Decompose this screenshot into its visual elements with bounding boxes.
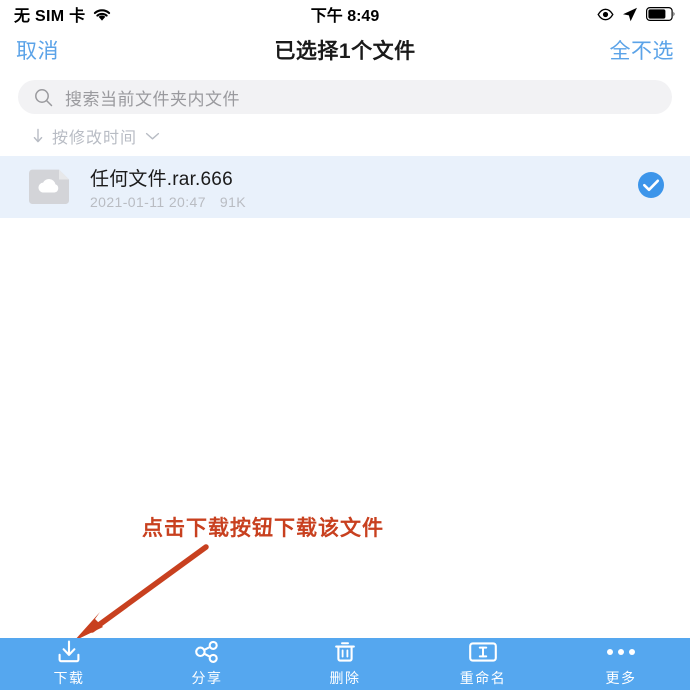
- status-bar: 无 SIM 卡 下午 8:49: [0, 0, 690, 28]
- download-icon: [56, 640, 82, 664]
- rename-label: 重命名: [459, 670, 507, 686]
- navigation-bar: 取消 已选择1个文件 全不选: [0, 28, 690, 72]
- ellipsis-icon: [607, 640, 635, 664]
- ellipsis-dot: [629, 649, 635, 655]
- empty-content-area: [0, 218, 690, 638]
- battery-icon: [646, 7, 676, 21]
- more-label: 更多: [605, 670, 637, 686]
- annotation-label: 点击下载按钮下载该文件: [142, 517, 384, 540]
- bottom-action-toolbar: 下载 分享 删除 重命名 更多: [0, 638, 690, 690]
- file-modified-date: 2021-01-11 20:47: [90, 194, 206, 210]
- more-button[interactable]: 更多: [552, 638, 690, 690]
- share-button[interactable]: 分享: [138, 638, 276, 690]
- delete-label: 删除: [329, 670, 361, 686]
- cloud-file-icon: [26, 169, 72, 205]
- search-bar-container: 搜索当前文件夹内文件: [0, 72, 690, 114]
- status-bar-left: 无 SIM 卡: [14, 2, 112, 26]
- ellipsis-dot: [618, 649, 624, 655]
- deselect-all-button[interactable]: 全不选: [610, 35, 675, 65]
- download-label: 下载: [53, 670, 85, 686]
- chevron-down-icon: [145, 131, 160, 141]
- phone-screen: 无 SIM 卡 下午 8:49 取消 已选择1个文件 全不选 搜索当前文件夹内文…: [0, 0, 690, 690]
- location-arrow-icon: [622, 7, 638, 22]
- sort-control[interactable]: 按修改时间: [0, 114, 690, 156]
- file-list: 任何文件.rar.666 2021-01-11 20:47 91K: [0, 156, 690, 218]
- download-button[interactable]: 下载: [0, 638, 138, 690]
- file-list-item[interactable]: 任何文件.rar.666 2021-01-11 20:47 91K: [0, 156, 690, 218]
- search-placeholder-label: 搜索当前文件夹内文件: [65, 89, 240, 109]
- rename-button[interactable]: 重命名: [414, 638, 552, 690]
- arrow-down-icon: [32, 128, 44, 144]
- page-title: 已选择1个文件: [274, 40, 416, 63]
- cancel-button[interactable]: 取消: [16, 35, 59, 65]
- sort-label: 按修改时间: [52, 130, 138, 147]
- share-nodes-icon: [194, 640, 220, 664]
- search-icon: [34, 88, 53, 107]
- delete-button[interactable]: 删除: [276, 638, 414, 690]
- file-info: 任何文件.rar.666 2021-01-11 20:47 91K: [90, 164, 618, 210]
- carrier-label: 无 SIM 卡: [14, 8, 86, 25]
- status-bar-right: [597, 7, 676, 22]
- share-label: 分享: [191, 670, 223, 686]
- search-input[interactable]: 搜索当前文件夹内文件: [18, 80, 672, 114]
- ellipsis-dot: [607, 649, 613, 655]
- trash-icon: [333, 640, 357, 664]
- file-name: 任何文件.rar.666: [90, 169, 233, 190]
- file-size: 91K: [219, 194, 247, 210]
- check-circle-icon[interactable]: [636, 170, 666, 205]
- eye-icon: [597, 8, 614, 21]
- wifi-icon: [92, 7, 112, 22]
- file-subtitle: 2021-01-11 20:47 91K: [90, 194, 618, 210]
- rename-icon: [469, 640, 497, 664]
